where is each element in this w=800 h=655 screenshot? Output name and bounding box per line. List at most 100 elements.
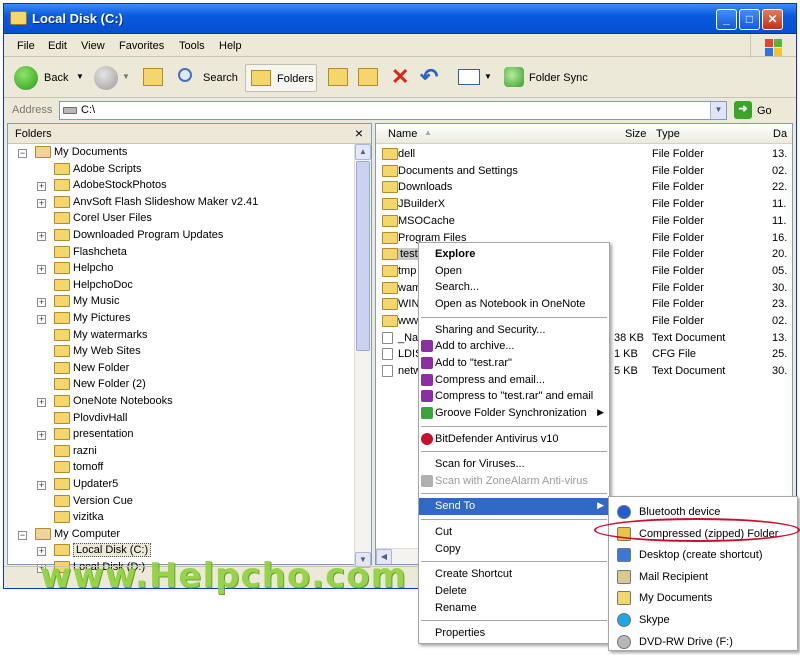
context-menu-item[interactable]: Search...: [419, 279, 609, 296]
expand-icon[interactable]: +: [37, 298, 46, 308]
context-menu-item[interactable]: Rename: [419, 600, 609, 617]
forward-button[interactable]: ▼: [92, 64, 132, 92]
context-menu-item[interactable]: Copy: [419, 541, 609, 558]
menu-favorites[interactable]: Favorites: [119, 40, 164, 52]
menu-file[interactable]: File: [17, 40, 35, 52]
folder-sync-button[interactable]: Folder Sync: [502, 64, 592, 92]
scroll-up-button[interactable]: ▲: [355, 144, 371, 160]
close-folders-pane-icon[interactable]: ×: [355, 125, 363, 141]
send-to-item[interactable]: DVD-RW Drive (F:): [609, 632, 797, 652]
tree-item[interactable]: − My Computer: [18, 528, 120, 544]
file-row[interactable]: Documents and Settings File Folder 02.: [376, 163, 792, 179]
search-button[interactable]: Search: [174, 64, 242, 92]
tree-item[interactable]: My Web Sites: [37, 345, 141, 361]
context-menu-item[interactable]: Compress to "test.rar" and email: [419, 388, 609, 405]
expand-icon[interactable]: +: [37, 431, 46, 441]
copy-to-button[interactable]: [356, 64, 380, 92]
send-to-item[interactable]: My Documents: [609, 588, 797, 608]
send-to-item[interactable]: Skype: [609, 610, 797, 630]
tree-item[interactable]: + Updater5: [37, 478, 118, 494]
expand-icon[interactable]: +: [37, 398, 46, 407]
tree-item[interactable]: razni: [37, 445, 97, 461]
tree-item[interactable]: Flashcheta: [37, 246, 127, 262]
tree-item[interactable]: Version Cue: [37, 495, 133, 511]
column-name[interactable]: Name: [388, 128, 417, 140]
tree-item[interactable]: New Folder: [37, 362, 129, 378]
tree-item[interactable]: My watermarks: [37, 329, 148, 345]
context-menu-item[interactable]: Open: [419, 263, 609, 280]
tree-item[interactable]: + My Pictures: [37, 312, 130, 328]
expand-icon[interactable]: +: [37, 265, 46, 275]
context-menu-item[interactable]: Send To ▶: [419, 498, 609, 516]
tree-item[interactable]: vizitka: [37, 511, 104, 527]
undo-button[interactable]: ↶: [418, 64, 442, 92]
menu-help[interactable]: Help: [219, 40, 242, 52]
context-menu-item[interactable]: Sharing and Security...: [419, 322, 609, 339]
tree-item[interactable]: + AdobeStockPhotos: [37, 179, 167, 195]
move-to-button[interactable]: [326, 64, 350, 92]
folders-button[interactable]: Folders: [245, 64, 317, 92]
tree-item-label: razni: [73, 444, 97, 457]
file-row[interactable]: JBuilderX File Folder 11.: [376, 196, 792, 212]
context-menu-item[interactable]: Compress and email...: [419, 372, 609, 389]
tree-item[interactable]: tomoff: [37, 461, 103, 477]
context-menu-item[interactable]: Add to archive...: [419, 338, 609, 355]
tree-item[interactable]: PlovdivHall: [37, 412, 127, 428]
delete-button[interactable]: ✕: [388, 64, 412, 92]
context-menu-item[interactable]: Add to "test.rar": [419, 355, 609, 372]
context-menu-item[interactable]: Properties: [419, 625, 609, 642]
menu-tools[interactable]: Tools: [179, 40, 205, 52]
collapse-icon[interactable]: −: [18, 530, 27, 540]
up-folder-button[interactable]: [140, 64, 166, 92]
tree-item[interactable]: + AnvSoft Flash Slideshow Maker v2.41: [37, 196, 258, 212]
scroll-thumb[interactable]: [356, 161, 370, 351]
expand-icon[interactable]: +: [37, 232, 46, 241]
back-button[interactable]: Back ▼: [12, 64, 87, 92]
file-row[interactable]: MSOCache File Folder 11.: [376, 213, 792, 229]
tree-item[interactable]: + OneNote Notebooks: [37, 395, 173, 411]
tree-item[interactable]: Corel User Files: [37, 212, 152, 228]
views-button[interactable]: ▼: [456, 64, 494, 92]
file-row[interactable]: Downloads File Folder 22.: [376, 179, 792, 195]
tree-item[interactable]: New Folder (2): [37, 378, 146, 394]
context-menu-item[interactable]: Explore: [419, 246, 609, 263]
menu-edit[interactable]: Edit: [48, 40, 67, 52]
maximize-button[interactable]: □: [739, 9, 760, 30]
tree-item[interactable]: + presentation: [37, 428, 134, 444]
context-menu-item[interactable]: Open as Notebook in OneNote: [419, 296, 609, 313]
folders-scrollbar[interactable]: ▲ ▼: [354, 144, 371, 568]
title-bar[interactable]: Local Disk (C:) _ □ ✕: [4, 4, 796, 34]
go-button[interactable]: ➜ Go: [732, 100, 782, 121]
context-menu-item[interactable]: Scan with ZoneAlarm Anti-virus: [419, 473, 609, 490]
close-button[interactable]: ✕: [762, 9, 783, 30]
context-menu-item[interactable]: BitDefender Antivirus v10: [419, 431, 609, 448]
context-menu-item[interactable]: Groove Folder Synchronization ▶: [419, 405, 609, 422]
collapse-icon[interactable]: −: [18, 149, 27, 158]
tree-item[interactable]: + My Music: [37, 295, 119, 311]
folder-icon: [54, 295, 70, 308]
column-type[interactable]: Type: [656, 128, 680, 140]
send-to-item[interactable]: Mail Recipient: [609, 567, 797, 587]
context-menu-item[interactable]: Cut: [419, 524, 609, 541]
expand-icon[interactable]: +: [37, 198, 46, 208]
address-dropdown-button[interactable]: ▼: [710, 102, 726, 119]
expand-icon[interactable]: +: [37, 182, 46, 192]
file-row[interactable]: dell File Folder 13.: [376, 146, 792, 162]
tree-item[interactable]: + Downloaded Program Updates: [37, 229, 223, 245]
address-input[interactable]: C:\ ▼: [59, 101, 727, 120]
send-to-item[interactable]: Desktop (create shortcut): [609, 545, 797, 565]
menu-view[interactable]: View: [81, 40, 105, 52]
context-menu-item[interactable]: Scan for Viruses...: [419, 456, 609, 473]
context-menu-item[interactable]: Delete: [419, 583, 609, 600]
tree-item[interactable]: HelpchoDoc: [37, 279, 133, 295]
column-size[interactable]: Size: [625, 128, 646, 140]
expand-icon[interactable]: +: [37, 315, 46, 324]
context-menu-item[interactable]: Create Shortcut: [419, 566, 609, 583]
column-date[interactable]: Da: [773, 128, 787, 140]
expand-icon[interactable]: +: [37, 481, 46, 490]
tree-item[interactable]: − My Documents: [18, 146, 127, 162]
winrar-icon: [421, 340, 433, 353]
tree-item[interactable]: Adobe Scripts: [37, 163, 141, 179]
minimize-button[interactable]: _: [716, 9, 737, 30]
tree-item[interactable]: + Helpcho: [37, 262, 113, 278]
